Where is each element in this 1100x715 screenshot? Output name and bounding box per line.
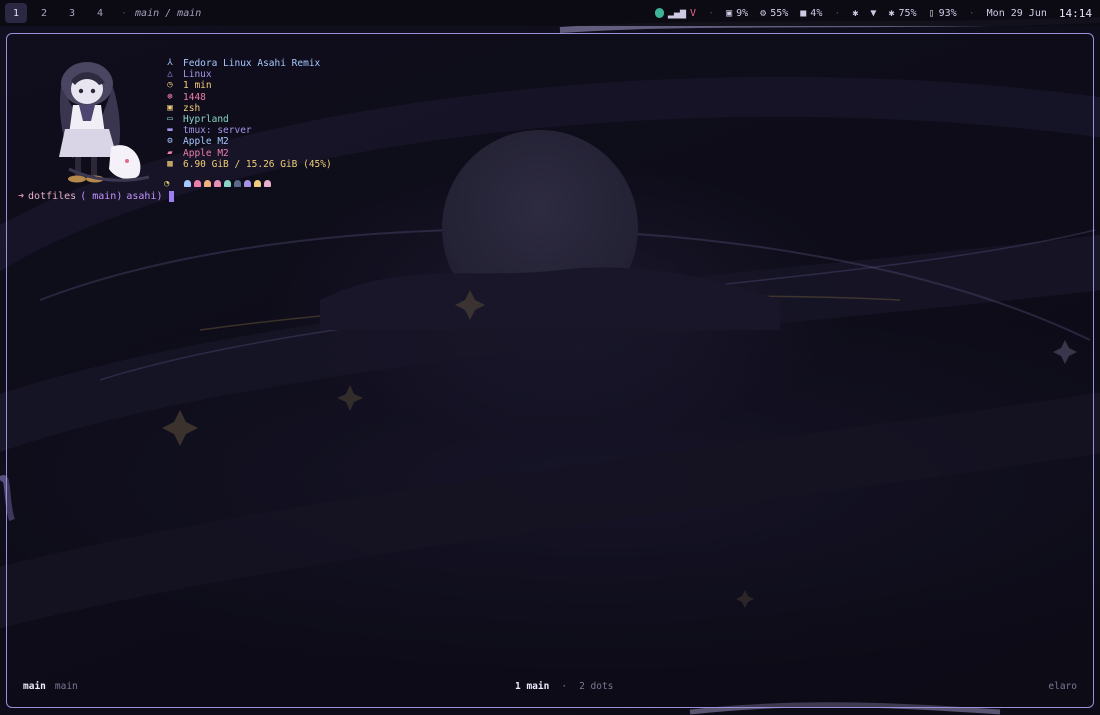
anime-character-image xyxy=(59,62,150,183)
info-value: Linux xyxy=(183,69,212,81)
info-row: ▦ 6.90 GiB / 15.26 GiB (45%) xyxy=(164,158,332,170)
info-value: Apple M2 xyxy=(183,136,229,148)
info-row: △ Linux xyxy=(164,69,332,80)
bluetooth-status[interactable]: ✱ xyxy=(852,8,858,19)
info-row: ⅄ Fedora Linux Asahi Remix xyxy=(164,58,332,69)
text-cursor xyxy=(169,191,175,202)
app-tray-icons[interactable]: ▂▄▆ V xyxy=(654,8,696,19)
linux-icon: △ xyxy=(167,69,173,80)
memory-icon: ■ xyxy=(800,7,807,19)
shell-icon: ▣ xyxy=(167,102,173,113)
info-row: ⊛ 1448 xyxy=(164,92,332,103)
vpn-icon[interactable]: V xyxy=(690,8,696,19)
ghost-icon xyxy=(244,180,251,188)
battery-icon: ▯ xyxy=(928,7,935,19)
disk-status[interactable]: ▣ 9% xyxy=(726,8,748,19)
info-row: ▬ tmux: server xyxy=(164,125,332,136)
terminal-window[interactable]: ⅄ Fedora Linux Asahi Remix △ Linux ◷ 1 min ⊛ 14… xyxy=(6,33,1094,708)
info-value: 1448 xyxy=(183,91,206,103)
info-value: Fedora Linux Asahi Remix xyxy=(183,58,321,69)
color-palette-row: ◔ xyxy=(164,179,332,189)
info-value: 1 min xyxy=(183,80,212,92)
ghost-icon xyxy=(224,180,231,188)
gpu-icon: ▰ xyxy=(167,147,173,158)
headset-battery-status[interactable]: ✱ 75% xyxy=(888,8,916,19)
clock-icon: ◷ xyxy=(167,80,173,91)
terminal-icon: ▬ xyxy=(167,125,173,136)
bluetooth-icon: ✱ xyxy=(852,7,859,19)
workspace-4-button[interactable]: 4 xyxy=(89,3,111,23)
signal-icon[interactable]: ▂▄▆ xyxy=(668,8,686,19)
prompt-host: asahi) xyxy=(126,191,163,202)
system-info: ⅄ Fedora Linux Asahi Remix △ Linux ◷ 1 min ⊛ 14… xyxy=(164,58,332,189)
separator-dot: · xyxy=(968,7,975,19)
ghost-icon xyxy=(184,180,191,188)
ghost-icon xyxy=(264,180,271,188)
wifi-icon: ▼ xyxy=(870,7,877,19)
shell-prompt[interactable]: ➜ dotfiles ( main) asahi) xyxy=(18,191,175,202)
workspace-2-button[interactable]: 2 xyxy=(33,3,55,23)
wifi-status[interactable]: ▼ xyxy=(870,8,876,19)
info-row: ◷ 1 min xyxy=(164,80,332,91)
cpu-icon: ⚙ xyxy=(167,136,173,147)
window-breadcrumb: main / main xyxy=(135,7,202,19)
workspace-1-button[interactable]: 1 xyxy=(5,3,27,23)
info-value: Apple M2 xyxy=(183,147,229,159)
prompt-directory: dotfiles xyxy=(28,191,77,202)
disk-icon: ▣ xyxy=(726,7,733,19)
workspace-switcher: 1 2 3 4 xyxy=(5,3,111,23)
info-value: tmux: server xyxy=(183,125,252,137)
green-circle-icon[interactable] xyxy=(654,8,664,18)
separator-dot: · xyxy=(834,7,841,19)
pacman-icon: ◔ xyxy=(164,178,170,189)
info-value: 6.90 GiB / 15.26 GiB (45%) xyxy=(183,158,332,170)
info-row: ⚙ Apple M2 xyxy=(164,136,332,147)
info-row: ▭ Hyprland xyxy=(164,114,332,125)
bluetooth-battery-icon: ✱ xyxy=(888,7,895,19)
window-icon: ▭ xyxy=(167,113,173,124)
separator-dot: · xyxy=(121,7,128,19)
clock[interactable]: 14:14 xyxy=(1059,7,1092,20)
prompt-git-branch: ( main) xyxy=(80,191,123,202)
tmux-window-inactive[interactable]: 2 dots xyxy=(579,681,613,692)
memory-status[interactable]: ■ 4% xyxy=(800,8,822,19)
info-value: Hyprland xyxy=(183,113,229,125)
info-value: zsh xyxy=(183,102,201,114)
session-window[interactable]: main xyxy=(55,681,78,692)
fedora-icon: ⅄ xyxy=(167,58,173,68)
host-label: elaro xyxy=(1048,681,1077,692)
workspace-3-button[interactable]: 3 xyxy=(61,3,83,23)
session-name[interactable]: main xyxy=(23,681,46,692)
tmux-status-bar: main main 1 main · 2 dots elaro xyxy=(7,681,1093,695)
ghost-icon xyxy=(204,180,211,188)
ghost-icon xyxy=(254,180,261,188)
ghost-icon xyxy=(214,180,221,188)
package-icon: ⊛ xyxy=(167,91,173,102)
ghost-icon xyxy=(194,180,201,188)
memory-icon: ▦ xyxy=(167,158,173,169)
battery-status[interactable]: ▯ 93% xyxy=(929,8,957,19)
cpu-icon: ⚙ xyxy=(760,7,767,19)
date-label[interactable]: Mon 29 Jun xyxy=(987,8,1047,19)
top-bar: 1 2 3 4 · main / main ▂▄▆ V · ▣ 9% ⚙ 55% ■… xyxy=(0,0,1100,26)
ghost-icon xyxy=(234,180,241,188)
tmux-window-active[interactable]: 1 main xyxy=(515,681,549,692)
info-row: ▣ zsh xyxy=(164,103,332,114)
info-row: ▰ Apple M2 xyxy=(164,148,332,159)
system-tray: ▂▄▆ V · ▣ 9% ⚙ 55% ■ 4% · ✱ ▼ ✱ 75% ▯ 93% · M… xyxy=(654,0,1092,26)
prompt-arrow: ➜ xyxy=(18,191,25,202)
separator-dot: · xyxy=(708,7,715,19)
cpu-status[interactable]: ⚙ 55% xyxy=(760,8,788,19)
separator-dot: · xyxy=(561,681,568,692)
